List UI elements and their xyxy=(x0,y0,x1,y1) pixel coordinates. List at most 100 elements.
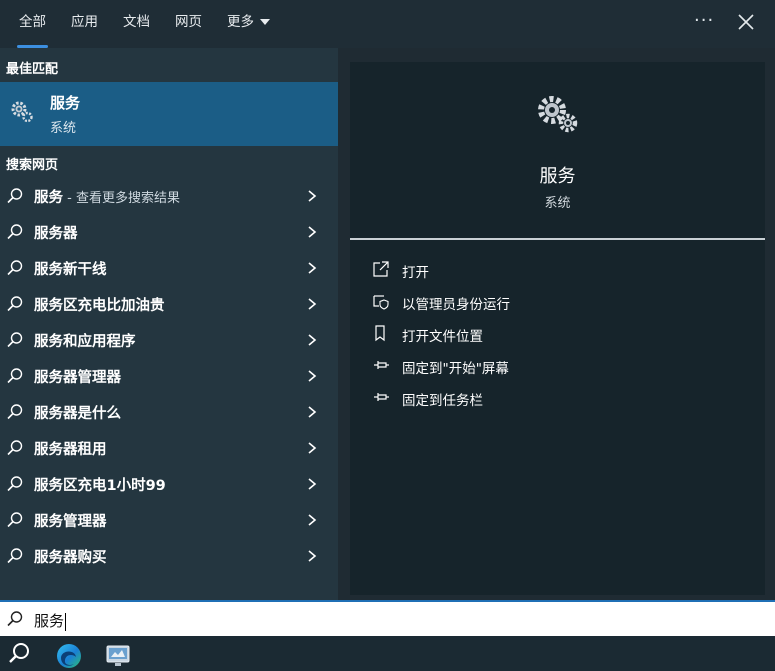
pin-icon xyxy=(374,361,389,369)
web-result-item[interactable]: 服务器租用 xyxy=(0,430,338,466)
tab-more-label: 更多 xyxy=(227,14,254,30)
web-result-text: 服务区充电1小时99 xyxy=(34,478,166,494)
pin-to-start-label: 固定到"开始"屏幕 xyxy=(402,361,509,377)
chevron-right-icon xyxy=(308,334,317,346)
more-options-icon[interactable]: ··· xyxy=(694,10,714,31)
chevron-right-icon xyxy=(308,442,317,454)
divider xyxy=(350,238,765,240)
chevron-right-icon xyxy=(308,478,317,490)
web-result-label: 服务 - 查看更多搜索结果 xyxy=(34,186,180,207)
web-result-item[interactable]: 服务管理器 xyxy=(0,502,338,538)
search-icon xyxy=(7,440,23,456)
search-icon xyxy=(7,548,23,564)
tab-apps[interactable]: 应用 xyxy=(71,0,98,48)
search-icon xyxy=(7,188,23,204)
search-icon xyxy=(7,296,23,312)
web-result-label: 服务管理器 xyxy=(34,510,107,531)
web-result-label: 服务区充电比加油贵 xyxy=(34,294,165,315)
chevron-down-icon xyxy=(260,19,270,25)
web-result-item[interactable]: 服务新干线 xyxy=(0,250,338,286)
web-result-item[interactable]: 服务器 xyxy=(0,214,338,250)
pin-to-start-action[interactable]: 固定到"开始"屏幕 xyxy=(372,354,752,378)
open-action[interactable]: 打开 xyxy=(372,258,752,282)
detail-title: 服务 xyxy=(539,166,576,187)
search-icon xyxy=(7,404,23,420)
gears-icon xyxy=(11,101,33,123)
tab-web[interactable]: 网页 xyxy=(175,0,202,48)
web-result-text: 服务区充电比加油贵 xyxy=(34,298,165,314)
pin-to-taskbar-action[interactable]: 固定到任务栏 xyxy=(372,386,752,410)
web-result-label: 服务器租用 xyxy=(34,438,107,459)
search-icon[interactable] xyxy=(3,638,37,671)
web-result-label: 服务器是什么 xyxy=(34,402,121,423)
detail-subtitle: 系统 xyxy=(544,196,571,211)
tab-documents[interactable]: 文档 xyxy=(123,0,150,48)
tab-more[interactable]: 更多 xyxy=(227,0,270,48)
web-result-text: 服务器 xyxy=(34,226,78,242)
chevron-right-icon xyxy=(308,514,317,526)
web-result-text: 服务新干线 xyxy=(34,262,107,278)
pin-icon xyxy=(374,393,389,401)
web-result-text: 服务管理器 xyxy=(34,514,107,530)
control-panel-icon[interactable] xyxy=(101,638,135,671)
chevron-right-icon xyxy=(308,406,317,418)
chevron-right-icon xyxy=(308,370,317,382)
web-result-label: 服务器 xyxy=(34,222,78,243)
run-as-admin-label: 以管理员身份运行 xyxy=(402,297,510,313)
web-result-label: 服务器购买 xyxy=(34,546,107,567)
chevron-right-icon xyxy=(308,226,317,238)
chevron-right-icon xyxy=(308,262,317,274)
run-as-admin-action[interactable]: 以管理员身份运行 xyxy=(372,290,752,314)
file-location-icon xyxy=(375,325,385,342)
gears-icon xyxy=(538,96,578,133)
open-label: 打开 xyxy=(402,265,429,281)
open-icon xyxy=(373,261,389,277)
search-icon xyxy=(7,224,23,240)
taskbar xyxy=(0,636,775,671)
search-icon xyxy=(7,260,23,276)
web-result-text: 服务 xyxy=(34,190,63,206)
web-result-suffix: - 查看更多搜索结果 xyxy=(63,191,180,206)
web-result-label: 服务新干线 xyxy=(34,258,107,279)
chevron-right-icon xyxy=(308,550,317,562)
open-file-location-action[interactable]: 打开文件位置 xyxy=(372,322,752,346)
web-result-item[interactable]: 服务 - 查看更多搜索结果 xyxy=(0,178,338,214)
chevron-right-icon xyxy=(308,298,317,310)
tab-all[interactable]: 全部 xyxy=(17,0,48,48)
web-result-text: 服务器租用 xyxy=(34,442,107,458)
web-result-item[interactable]: 服务区充电1小时99 xyxy=(0,466,338,502)
chevron-right-icon xyxy=(308,190,317,202)
web-result-label: 服务器管理器 xyxy=(34,366,121,387)
web-result-item[interactable]: 服务和应用程序 xyxy=(0,322,338,358)
search-icon xyxy=(7,611,23,627)
web-result-label: 服务区充电1小时99 xyxy=(34,474,166,495)
web-result-item[interactable]: 服务器是什么 xyxy=(0,394,338,430)
web-result-item[interactable]: 服务器购买 xyxy=(0,538,338,574)
web-result-item[interactable]: 服务器管理器 xyxy=(0,358,338,394)
text-caret xyxy=(65,612,67,631)
best-match-subtitle: 系统 xyxy=(50,121,77,136)
web-result-text: 服务器是什么 xyxy=(34,406,121,422)
search-icon xyxy=(7,476,23,492)
web-result-text: 服务器管理器 xyxy=(34,370,121,386)
pin-to-taskbar-label: 固定到任务栏 xyxy=(402,393,483,409)
search-icon xyxy=(7,512,23,528)
edge-browser-icon[interactable] xyxy=(52,638,86,671)
search-value: 服务 xyxy=(34,612,65,630)
open-file-location-label: 打开文件位置 xyxy=(402,329,483,345)
detail-pane: 服务 系统 打开 以管理员身份运行 打开文件位置 固定到"开始"屏幕 固定到任务… xyxy=(350,62,765,595)
search-box[interactable]: 服务 xyxy=(0,600,775,636)
web-search-header: 搜索网页 xyxy=(6,158,59,173)
search-icon xyxy=(7,368,23,384)
web-result-label: 服务和应用程序 xyxy=(34,330,136,351)
best-match-title: 服务 xyxy=(50,94,81,112)
web-result-text: 服务和应用程序 xyxy=(34,334,136,350)
close-icon[interactable] xyxy=(736,12,756,32)
search-input[interactable]: 服务 xyxy=(34,610,67,631)
best-match-header: 最佳匹配 xyxy=(6,62,59,77)
web-result-text: 服务器购买 xyxy=(34,550,107,566)
shield-icon xyxy=(373,295,389,310)
filter-tabs-bar: 全部 应用 文档 网页 更多 ··· xyxy=(0,0,775,48)
search-icon xyxy=(7,332,23,348)
web-result-item[interactable]: 服务区充电比加油贵 xyxy=(0,286,338,322)
